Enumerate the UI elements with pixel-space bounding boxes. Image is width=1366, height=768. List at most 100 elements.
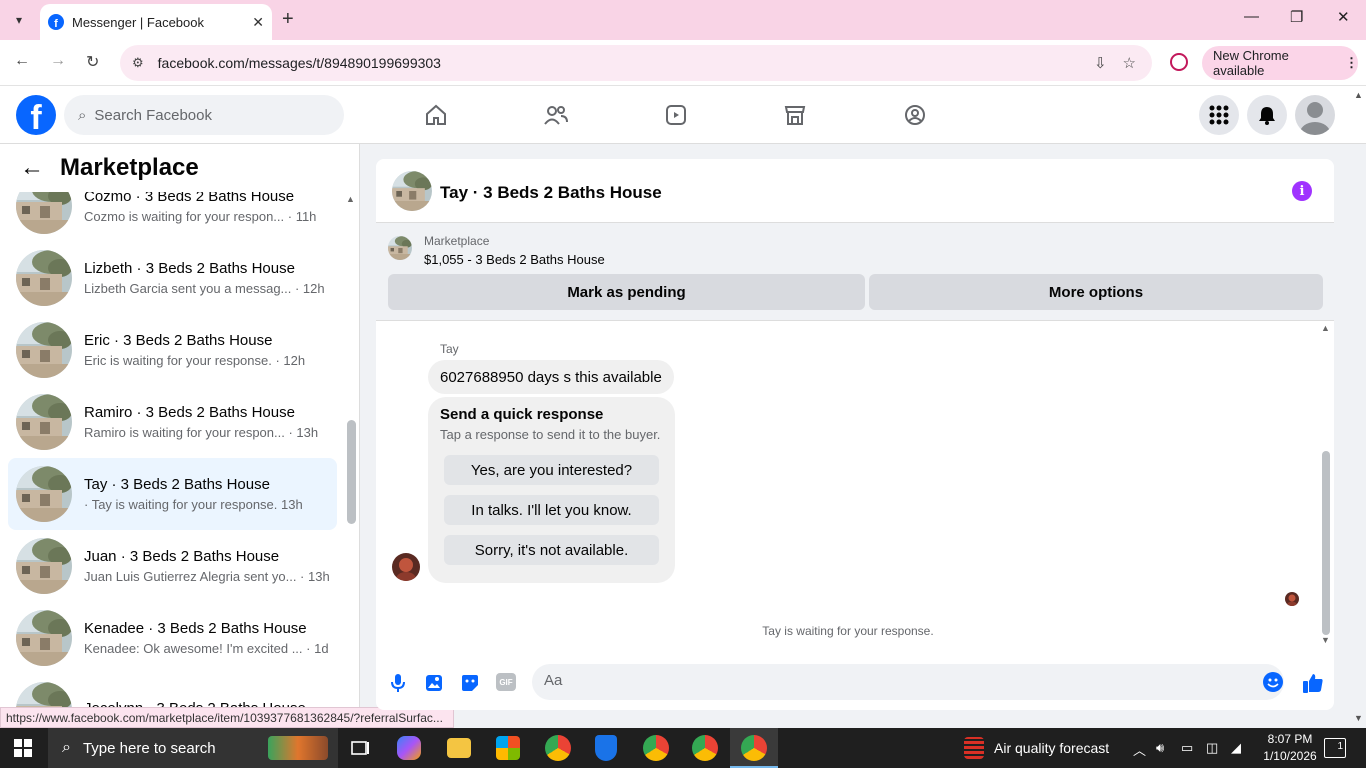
facebook-logo[interactable]: f bbox=[16, 95, 56, 135]
close-window-icon[interactable]: ✕ bbox=[1337, 8, 1350, 26]
list-item[interactable]: Lizbeth · 3 Beds 2 Baths House Lizbeth Ga… bbox=[8, 242, 337, 314]
chrome-icon[interactable] bbox=[741, 735, 767, 761]
chrome-icon[interactable] bbox=[692, 735, 718, 761]
thumbs-up-icon[interactable] bbox=[1301, 671, 1325, 695]
gif-icon[interactable]: GIF bbox=[496, 673, 516, 691]
list-item[interactable]: Kenadee · 3 Beds 2 Baths House Kenadee: O… bbox=[8, 602, 337, 674]
chat-scroll-down-icon[interactable]: ▼ bbox=[1321, 635, 1330, 645]
chrome-icon[interactable] bbox=[643, 735, 669, 761]
gaming-icon[interactable] bbox=[900, 100, 930, 130]
waiting-status-text: Tay is waiting for your response. bbox=[762, 624, 934, 638]
info-icon[interactable]: i bbox=[1292, 181, 1312, 201]
close-tab-icon[interactable]: ✕ bbox=[252, 14, 264, 31]
back-icon[interactable]: ← bbox=[14, 52, 30, 70]
marketplace-label: Marketplace bbox=[424, 234, 490, 248]
battery-icon[interactable]: ▭ bbox=[1181, 740, 1193, 756]
windows-start-icon[interactable] bbox=[14, 739, 32, 757]
quick-response-option[interactable]: Yes, are you interested? bbox=[444, 455, 659, 485]
microsoft-store-icon[interactable] bbox=[496, 736, 520, 760]
chat-panel: Tay · 3 Beds 2 Baths House i Marketplace… bbox=[376, 159, 1334, 710]
chrome-profile-icon[interactable] bbox=[1170, 53, 1188, 71]
facebook-search-input[interactable] bbox=[94, 106, 315, 124]
list-item[interactable]: Eric · 3 Beds 2 Baths House Eric is waiti… bbox=[8, 314, 337, 386]
video-icon[interactable] bbox=[661, 100, 691, 130]
sticker-icon[interactable] bbox=[458, 671, 482, 695]
new-chrome-label: New Chrome available bbox=[1213, 48, 1289, 78]
listing-small-thumbnail[interactable] bbox=[388, 236, 412, 260]
list-item[interactable]: Juan · 3 Beds 2 Baths House Juan Luis Gut… bbox=[8, 530, 337, 602]
address-bar-row: ← → ↻ ⚙ facebook.com/messages/t/89489019… bbox=[0, 40, 1366, 86]
back-arrow-icon[interactable]: ← bbox=[20, 154, 44, 182]
new-chrome-available-button[interactable]: New Chrome available ⋮ bbox=[1202, 46, 1358, 80]
marketplace-icon[interactable] bbox=[780, 100, 810, 130]
show-hidden-icons-icon[interactable]: ︿ bbox=[1133, 740, 1146, 759]
copilot-icon[interactable] bbox=[397, 736, 421, 760]
forward-icon[interactable]: → bbox=[50, 52, 66, 70]
weather-widget-text[interactable]: Air quality forecast bbox=[994, 740, 1109, 756]
menu-grid-icon[interactable] bbox=[1199, 95, 1239, 135]
task-view-icon[interactable] bbox=[346, 734, 374, 762]
list-item-active[interactable]: Tay · 3 Beds 2 Baths House · Tay is waiti… bbox=[8, 458, 337, 530]
omnibox[interactable]: ⚙ facebook.com/messages/t/89489019969930… bbox=[120, 45, 1152, 81]
conversation-list-scrollbar[interactable] bbox=[347, 420, 356, 524]
restore-icon[interactable]: ❐ bbox=[1290, 8, 1303, 26]
conversation-preview: Kenadee: Ok awesome! I'm excited ... · 1… bbox=[84, 641, 329, 656]
notification-center-icon[interactable]: 1 bbox=[1324, 738, 1346, 758]
chat-header: Tay · 3 Beds 2 Baths House i bbox=[376, 159, 1334, 223]
site-info-icon[interactable]: ⚙ bbox=[132, 55, 144, 71]
device-icon[interactable]: ◫ bbox=[1206, 740, 1218, 756]
message-input[interactable] bbox=[544, 672, 1244, 689]
sender-avatar[interactable] bbox=[392, 553, 420, 581]
network-icon[interactable]: ◢ bbox=[1231, 740, 1241, 756]
facebook-search[interactable]: ⌕ bbox=[64, 95, 344, 135]
conversation-preview: Lizbeth Garcia sent you a messag... · 12… bbox=[84, 281, 325, 296]
conversation-name: Eric · 3 Beds 2 Baths House bbox=[84, 332, 273, 349]
friends-icon[interactable] bbox=[541, 100, 571, 130]
scroll-up-arrow-icon[interactable]: ▲ bbox=[346, 194, 355, 204]
chrome-menu-icon[interactable]: ⋮ bbox=[1345, 55, 1358, 71]
conversation-preview: Cozmo is waiting for your respon... · 11… bbox=[84, 209, 317, 224]
minimize-icon[interactable]: — bbox=[1244, 8, 1259, 25]
more-options-button[interactable]: More options bbox=[869, 274, 1323, 310]
taskbar-clock[interactable]: 8:07 PM 1/10/2026 bbox=[1262, 731, 1318, 765]
chat-listing-thumbnail[interactable] bbox=[392, 171, 432, 211]
chrome-profile-p-icon[interactable] bbox=[545, 735, 571, 761]
quick-response-subtitle: Tap a response to send it to the buyer. bbox=[440, 427, 661, 442]
tab-search-dropdown-icon[interactable]: ▾ bbox=[6, 7, 32, 33]
notifications-bell-icon[interactable] bbox=[1247, 95, 1287, 135]
home-icon[interactable] bbox=[421, 100, 451, 130]
quick-response-card: Send a quick response Tap a response to … bbox=[428, 397, 675, 583]
message-input-field[interactable] bbox=[532, 664, 1284, 700]
volume-icon[interactable]: 🔊︎ bbox=[1156, 740, 1164, 756]
air-quality-icon[interactable] bbox=[964, 737, 984, 759]
page-scroll-down-icon[interactable]: ▼ bbox=[1354, 713, 1363, 723]
bookmark-star-icon[interactable]: ☆ bbox=[1123, 54, 1136, 72]
file-explorer-icon[interactable] bbox=[447, 738, 471, 758]
browser-tab[interactable]: f Messenger | Facebook ✕ bbox=[40, 4, 272, 40]
new-tab-icon[interactable]: + bbox=[282, 8, 294, 31]
chat-scroll-up-icon[interactable]: ▲ bbox=[1321, 323, 1330, 333]
clock-date: 1/10/2026 bbox=[1263, 749, 1317, 763]
taskbar-search[interactable]: ⌕ Type here to search bbox=[48, 728, 338, 768]
listing-price-title[interactable]: $1,055 - 3 Beds 2 Baths House bbox=[424, 252, 605, 267]
account-avatar[interactable] bbox=[1295, 95, 1335, 135]
microphone-icon[interactable] bbox=[386, 671, 410, 695]
clock-time: 8:07 PM bbox=[1267, 732, 1313, 746]
quick-response-option[interactable]: Sorry, it's not available. bbox=[444, 535, 659, 565]
url-text[interactable]: facebook.com/messages/t/894890199699303 bbox=[158, 55, 1094, 71]
search-icon: ⌕ bbox=[62, 739, 71, 756]
message-bubble[interactable]: 6027688950 days s this available bbox=[428, 360, 674, 394]
browser-tab-bar: ▾ f Messenger | Facebook ✕ + — ❐ ✕ bbox=[0, 0, 1366, 40]
page-scroll-up-icon[interactable]: ▲ bbox=[1354, 90, 1363, 100]
chat-scrollbar[interactable] bbox=[1322, 451, 1330, 635]
emoji-icon[interactable] bbox=[1263, 672, 1283, 692]
defender-icon[interactable] bbox=[595, 735, 617, 761]
mark-as-pending-button[interactable]: Mark as pending bbox=[388, 274, 865, 310]
listing-thumbnail bbox=[16, 250, 72, 306]
reload-icon[interactable]: ↻ bbox=[86, 52, 99, 72]
install-app-icon[interactable]: ⇩ bbox=[1094, 54, 1107, 72]
list-item[interactable]: Ramiro · 3 Beds 2 Baths House Ramiro is w… bbox=[8, 386, 337, 458]
quick-response-option[interactable]: In talks. I'll let you know. bbox=[444, 495, 659, 525]
chat-title[interactable]: Tay · 3 Beds 2 Baths House bbox=[440, 183, 662, 203]
photo-icon[interactable] bbox=[422, 671, 446, 695]
